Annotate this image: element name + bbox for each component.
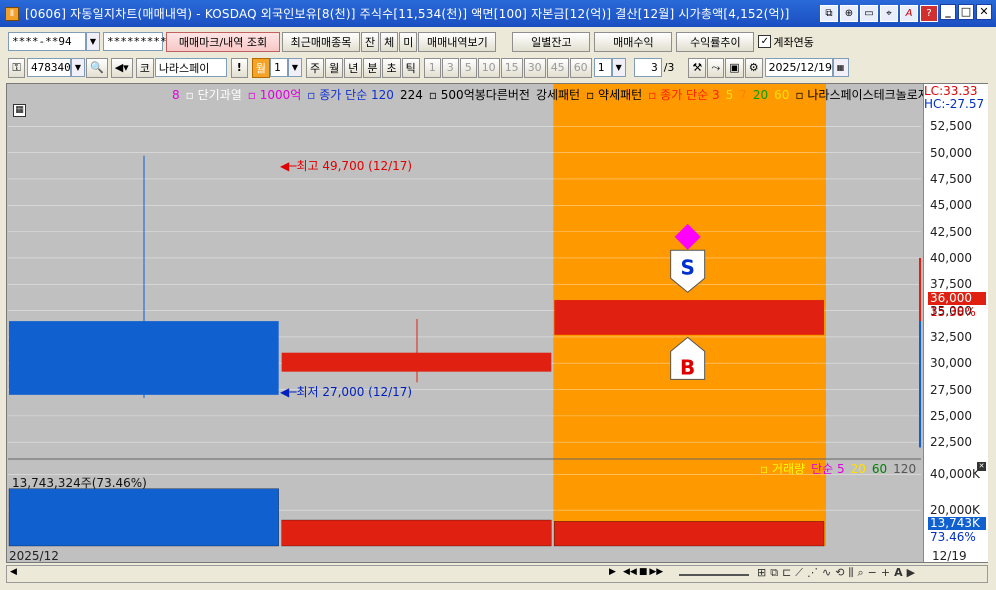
fan-icon[interactable]: ⋰ — [807, 566, 818, 580]
forward-icon[interactable]: ▶▶ — [649, 567, 663, 577]
legend-item[interactable]: 단순 5 — [811, 462, 845, 476]
price-tick-label: 52,500 — [930, 119, 972, 134]
scroll-end-icon[interactable]: ▶ — [907, 566, 915, 580]
text-tool-icon[interactable]: A — [894, 566, 903, 580]
legend-item[interactable]: ▫ 거래량 — [760, 462, 805, 476]
bars-icon[interactable]: ⫼ — [848, 566, 853, 580]
price-tick-label: 30,000 — [930, 356, 972, 371]
chart-scroll-toolbar: ◀ ▶ ◀◀ ■ ▶▶ ⊞ ⧉ ⊏ ⟋ ⋰ ∿ ⟲ ⫼ ⌕ − + A ▶ — [6, 565, 988, 583]
price-tick-label: 47,500 — [930, 171, 972, 186]
legend-item[interactable]: ▫ 1000억 — [248, 88, 302, 102]
hc-label: HC:-27.57 — [924, 97, 985, 111]
legend-item[interactable]: ▫ 종가 단순 120 — [307, 88, 394, 102]
ruler-icon[interactable]: ⊏ — [782, 566, 791, 580]
legend-item[interactable]: 5 — [726, 88, 734, 102]
date-axis-left: 2025/12 — [9, 549, 59, 563]
price-tick-label: 27,500 — [930, 382, 972, 397]
play-controls: ◀◀ ■ ▶▶ — [623, 567, 663, 577]
legend-item[interactable]: 120 — [893, 462, 916, 476]
candle-body — [9, 321, 279, 395]
sell-mark-text: S — [680, 255, 694, 279]
price-tick-label: 22,500 — [930, 435, 972, 450]
high-annotation: ◀─최고 49,700 (12/17) — [280, 157, 412, 174]
candle-body — [281, 352, 552, 372]
arrow-left-icon: ◀─ — [280, 385, 297, 399]
legend-item[interactable]: 8 — [172, 88, 180, 102]
copy-icon[interactable]: ⧉ — [770, 566, 778, 580]
price-tick-label: 37,500 — [930, 277, 972, 292]
volume-panel-close-icon[interactable]: ✕ — [977, 462, 986, 471]
price-tick-label: 25,000 — [930, 408, 972, 423]
zoom-out-icon[interactable]: − — [868, 566, 877, 580]
buy-mark-text: B — [680, 355, 695, 379]
zoom-in-icon[interactable]: + — [881, 566, 890, 580]
volume-annotation: 13,743,324주(73.46%) — [12, 476, 147, 490]
price-tick-label: 42,500 — [930, 224, 972, 239]
legend-item[interactable]: 224 — [400, 88, 423, 102]
zoom-slider[interactable] — [679, 574, 749, 576]
legend-item[interactable]: 20 — [753, 88, 768, 102]
magnify-icon[interactable]: ⌕ — [858, 566, 864, 580]
crosshair-icon[interactable]: ⊞ — [757, 566, 766, 580]
current-volume-badge: 13,743K — [928, 517, 986, 530]
legend-item[interactable]: ▫ 종가 단순 3 — [648, 88, 719, 102]
price-tick-label: 50,000 — [930, 145, 972, 160]
current-price-badge: 36,000 — [928, 292, 986, 305]
low-annotation: ◀─최저 27,000 (12/17) — [280, 383, 412, 400]
candle-body — [554, 300, 824, 335]
chart-settings-icon[interactable]: ▦ — [13, 104, 26, 117]
legend-item[interactable]: ▫ 약세패턴 — [586, 88, 642, 102]
volume-tick-label: 40,000K — [930, 467, 980, 482]
scroll-right-icon[interactable]: ▶ — [609, 567, 616, 577]
current-pct-label: 15.38% — [930, 305, 976, 319]
legend-item[interactable]: 강세패턴 — [536, 88, 580, 102]
volume-legend: ▫ 거래량 단순 5 20 60 120 — [760, 460, 922, 477]
drawing-tools: ⊞ ⧉ ⊏ ⟋ ⋰ ∿ ⟲ ⫼ ⌕ − + A ▶ — [757, 566, 915, 580]
legend-item[interactable]: 7 — [739, 88, 747, 102]
legend-item[interactable]: ▫ 500억봉다른버전 — [429, 88, 530, 102]
volume-bar — [281, 519, 552, 547]
current-volume-pct: 73.46% — [930, 530, 976, 544]
cycle-icon[interactable]: ⟲ — [835, 566, 844, 580]
legend-item[interactable]: ▫ 단기과열 — [186, 88, 242, 102]
arrow-left-icon: ◀─ — [280, 159, 297, 173]
legend-item[interactable]: 60 — [774, 88, 789, 102]
stop-icon[interactable]: ■ — [639, 567, 648, 577]
legend-item[interactable]: ▫ 나라스페이스테크놀로지 — [795, 88, 928, 102]
scroll-left-icon[interactable]: ◀ — [10, 567, 17, 577]
date-axis-right: 12/19 — [932, 549, 967, 563]
price-tick-label: 32,500 — [930, 329, 972, 344]
price-legend: 8 ▫ 단기과열 ▫ 1000억 ▫ 종가 단순 120 224 ▫ 500억봉다른버전 강… — [172, 86, 935, 103]
rewind-icon[interactable]: ◀◀ — [623, 567, 637, 577]
high-label: 최고 49,700 (12/17) — [296, 159, 413, 173]
lc-label: LC:33.33 — [924, 84, 978, 98]
legend-item[interactable]: 60 — [872, 462, 887, 476]
price-tick-label: 45,000 — [930, 198, 972, 213]
legend-item[interactable]: 20 — [851, 462, 866, 476]
volume-bar — [8, 488, 279, 547]
low-label: 최저 27,000 (12/17) — [296, 385, 413, 399]
wave-icon[interactable]: ∿ — [822, 566, 831, 580]
trendline-icon[interactable]: ⟋ — [795, 566, 803, 580]
volume-bar — [554, 521, 825, 547]
price-tick-label: 40,000 — [930, 250, 972, 265]
